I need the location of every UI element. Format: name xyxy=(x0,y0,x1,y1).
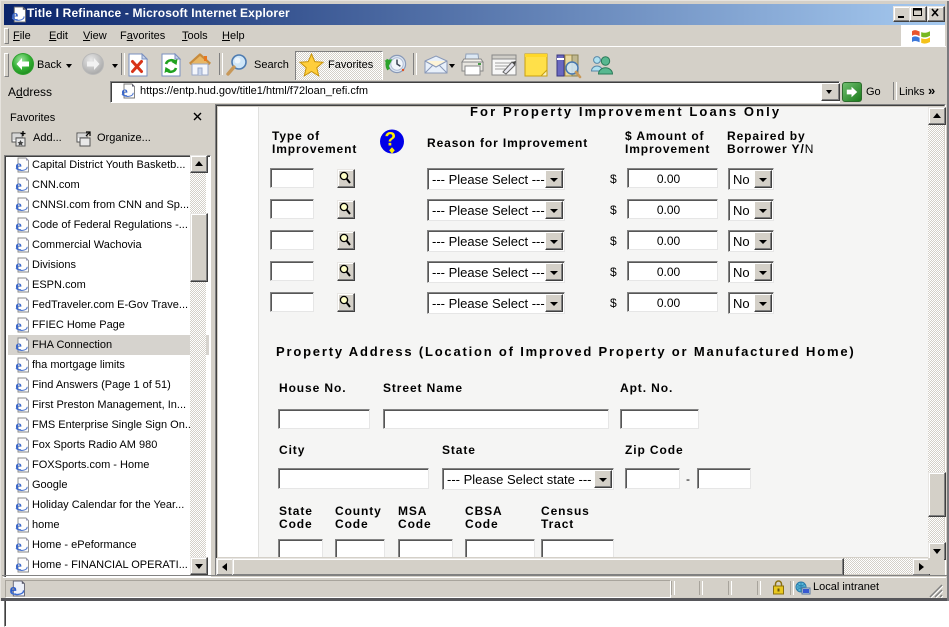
svg-text:?: ? xyxy=(385,130,397,151)
